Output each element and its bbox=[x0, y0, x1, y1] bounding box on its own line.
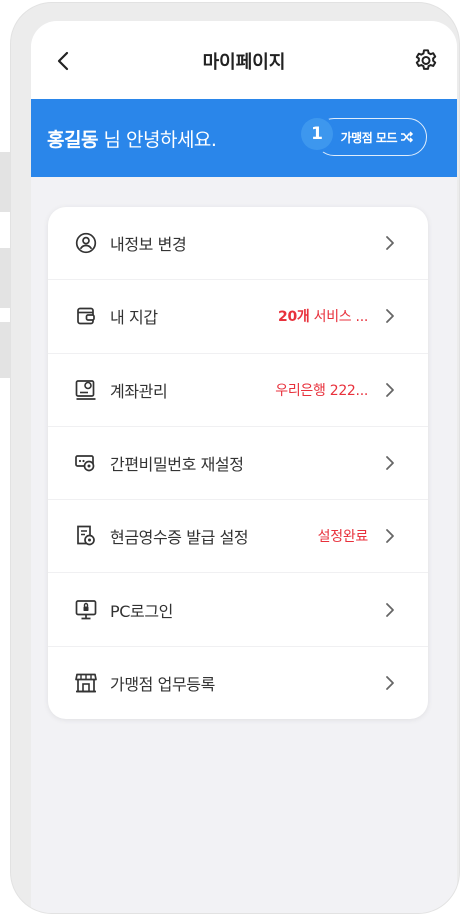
phone-frame: 마이페이지 홍길동 님 안녕하세요. 1 가맹점 모드 내정보 변경 내 지갑 … bbox=[10, 2, 460, 914]
chevron-right-icon bbox=[382, 453, 398, 473]
account-book-icon bbox=[74, 378, 98, 402]
chevron-right-icon bbox=[382, 380, 398, 400]
chevron-right-icon bbox=[382, 233, 398, 253]
menu-item-merchant-registration[interactable]: 가맹점 업무등록 bbox=[48, 647, 428, 720]
menu-item-label: 내정보 변경 bbox=[110, 235, 187, 255]
menu-item-label: 가맹점 업무등록 bbox=[110, 675, 215, 695]
menu-item-wallet[interactable]: 내 지갑 20개 서비스 ... bbox=[48, 280, 428, 354]
menu-item-pc-login[interactable]: PC로그인 bbox=[48, 573, 428, 647]
menu-item-edit-profile[interactable]: 내정보 변경 bbox=[48, 207, 428, 281]
menu-item-password-reset[interactable]: 간편비밀번호 재설정 bbox=[48, 427, 428, 501]
password-reset-icon bbox=[74, 451, 98, 475]
mode-badge: 1 bbox=[301, 118, 333, 150]
user-name: 홍길동 bbox=[47, 129, 98, 151]
settings-button[interactable] bbox=[411, 45, 441, 75]
greeting-text: 홍길동 님 안녕하세요. bbox=[47, 125, 217, 152]
menu-item-label: 내 지갑 bbox=[110, 308, 158, 328]
store-icon bbox=[74, 671, 98, 695]
chevron-right-icon bbox=[382, 526, 398, 546]
user-circle-icon bbox=[74, 231, 98, 255]
menu-item-label: 간편비밀번호 재설정 bbox=[110, 455, 244, 475]
screen: 마이페이지 홍길동 님 안녕하세요. 1 가맹점 모드 내정보 변경 내 지갑 … bbox=[31, 21, 457, 913]
chevron-right-icon bbox=[382, 306, 398, 326]
side-tab bbox=[0, 248, 10, 308]
chevron-right-icon bbox=[382, 673, 398, 693]
shuffle-icon bbox=[400, 131, 414, 143]
menu-card: 내정보 변경 내 지갑 20개 서비스 ... 계좌관리 우리은행 222...… bbox=[48, 207, 428, 719]
top-app-bar: 마이페이지 bbox=[31, 21, 457, 99]
side-tab bbox=[0, 152, 10, 212]
merchant-mode-label: 가맹점 모드 bbox=[340, 130, 398, 145]
chevron-right-icon bbox=[382, 600, 398, 620]
greeting-suffix: 님 안녕하세요. bbox=[97, 129, 217, 151]
menu-item-value: 우리은행 222... bbox=[275, 382, 368, 399]
menu-item-value: 설정완료 bbox=[317, 529, 368, 546]
side-tab bbox=[0, 322, 10, 378]
menu-item-label: PC로그인 bbox=[110, 601, 173, 621]
menu-item-label: 계좌관리 bbox=[110, 381, 168, 401]
greeting-banner: 홍길동 님 안녕하세요. 1 가맹점 모드 bbox=[31, 99, 457, 177]
menu-item-value: 20개 서비스 ... bbox=[278, 309, 368, 326]
menu-item-cash-receipt-settings[interactable]: 현금영수증 발급 설정 설정완료 bbox=[48, 500, 428, 574]
gear-icon bbox=[415, 49, 437, 70]
wallet-icon bbox=[74, 304, 98, 328]
receipt-settings-icon bbox=[74, 524, 98, 548]
menu-item-label: 현금영수증 발급 설정 bbox=[110, 528, 249, 548]
page-title: 마이페이지 bbox=[202, 52, 286, 73]
menu-item-account-management[interactable]: 계좌관리 우리은행 222... bbox=[48, 354, 428, 427]
pc-lock-icon bbox=[74, 598, 98, 622]
